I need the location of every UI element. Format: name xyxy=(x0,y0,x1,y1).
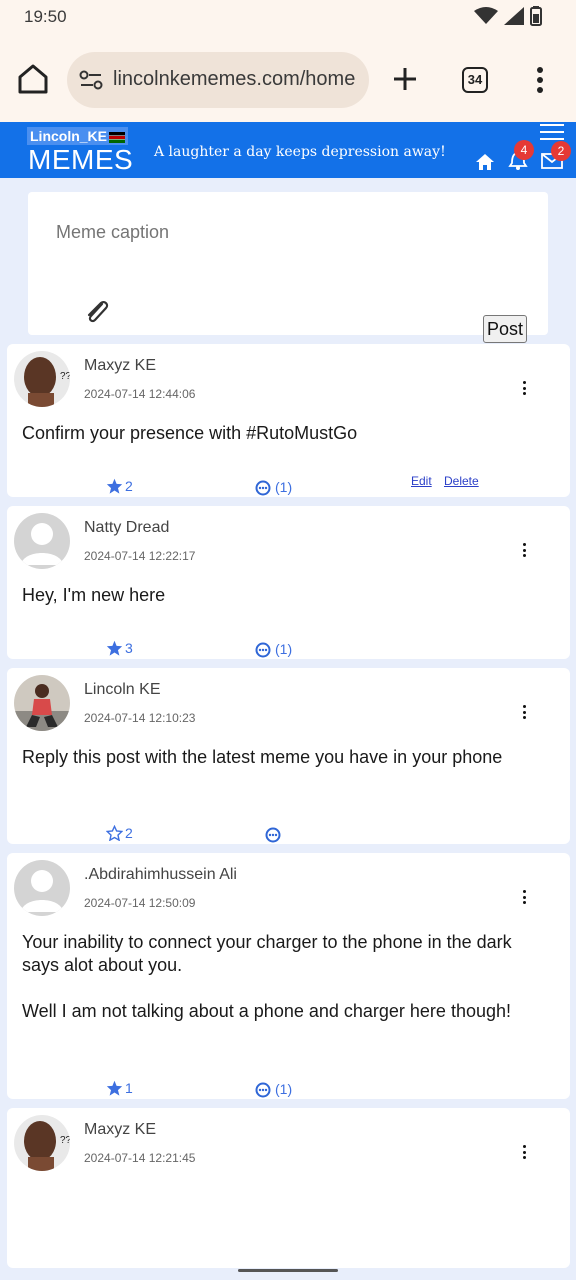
avatar[interactable] xyxy=(14,513,70,569)
avatar[interactable] xyxy=(14,675,70,731)
post-text: Hey, I'm new here xyxy=(22,585,166,605)
signal-icon xyxy=(504,7,524,25)
post-card: ?? Maxyz KE 2024-07-14 12:21:45 xyxy=(7,1108,570,1268)
star-filled-icon[interactable] xyxy=(106,1080,123,1096)
post-author[interactable]: Natty Dread xyxy=(84,519,169,537)
status-icons xyxy=(474,6,542,26)
star-count: 2 xyxy=(125,478,133,494)
post-button[interactable]: Post xyxy=(483,315,527,343)
notification-badge: 4 xyxy=(514,140,534,160)
more-options-icon[interactable] xyxy=(536,67,544,93)
delete-link[interactable]: Delete xyxy=(444,474,479,488)
star-count: 2 xyxy=(125,825,133,841)
post-content: Reply this post with the latest meme you… xyxy=(22,746,542,769)
post-content: Hey, I'm new here xyxy=(22,584,542,607)
post-datetime: 2024-07-14 12:10:23 xyxy=(84,711,196,725)
gesture-nav-bar[interactable] xyxy=(238,1269,338,1272)
tab-switcher-button[interactable]: 34 xyxy=(462,67,488,93)
site-header: Lincoln_KE MEMES A laughter a day keeps … xyxy=(0,122,576,178)
home-icon[interactable] xyxy=(16,64,50,94)
new-tab-icon[interactable] xyxy=(392,66,418,92)
star-count: 1 xyxy=(125,1080,133,1096)
post-card: ?? Maxyz KE 2024-07-14 12:44:06 Confirm … xyxy=(7,344,570,497)
paperclip-icon[interactable] xyxy=(84,298,110,326)
post-author[interactable]: .Abdirahimhussein Ali xyxy=(84,866,237,884)
comment-count: (1) xyxy=(275,641,293,657)
post-content: Confirm your presence with #RutoMustGo xyxy=(22,422,542,445)
post-datetime: 2024-07-14 12:50:09 xyxy=(84,896,196,910)
post-datetime: 2024-07-14 12:44:06 xyxy=(84,387,196,401)
post-text: Well I am not talking about a phone and … xyxy=(22,1001,511,1021)
svg-text:??: ?? xyxy=(60,1135,70,1146)
post-card: Natty Dread 2024-07-14 12:22:17 Hey, I'm… xyxy=(7,506,570,659)
post-content: Your inability to connect your charger t… xyxy=(22,931,542,1023)
address-bar[interactable]: lincolnkememes.com/home xyxy=(67,52,369,108)
post-text: Your inability to connect your charger t… xyxy=(22,932,512,975)
post-options-icon[interactable] xyxy=(523,890,527,907)
site-tagline: A laughter a day keeps depression away! xyxy=(154,144,446,160)
site-logo[interactable]: Lincoln_KE MEMES xyxy=(27,127,134,175)
star-count: 3 xyxy=(125,640,133,656)
post-options-icon[interactable] xyxy=(523,381,527,398)
caption-placeholder: Meme caption xyxy=(56,222,170,242)
comment-count: (1) xyxy=(275,1081,293,1097)
battery-icon xyxy=(530,6,542,26)
home-nav-icon[interactable] xyxy=(475,153,495,171)
post-author[interactable]: Maxyz KE xyxy=(84,1121,156,1139)
logo-top-text: Lincoln_KE xyxy=(30,128,108,144)
avatar[interactable]: ?? xyxy=(14,1115,70,1171)
star-filled-icon[interactable] xyxy=(106,478,123,494)
comment-icon[interactable] xyxy=(255,642,271,658)
post-text: Reply this post with the latest meme you… xyxy=(22,747,503,767)
post-text: Confirm your presence with #RutoMustGo xyxy=(22,423,358,443)
meme-caption-input[interactable]: Meme caption xyxy=(28,192,548,335)
post-author[interactable]: Lincoln KE xyxy=(84,681,161,699)
comment-count: (1) xyxy=(275,479,293,495)
svg-text:??: ?? xyxy=(60,371,70,382)
message-badge: 2 xyxy=(551,141,571,161)
post-author[interactable]: Maxyz KE xyxy=(84,357,156,375)
star-filled-icon[interactable] xyxy=(106,640,123,656)
post-options-icon[interactable] xyxy=(523,543,527,560)
comment-icon[interactable] xyxy=(255,480,271,496)
avatar[interactable] xyxy=(14,860,70,916)
avatar[interactable]: ?? xyxy=(14,351,70,407)
post-datetime: 2024-07-14 12:22:17 xyxy=(84,549,196,563)
post-datetime: 2024-07-14 12:21:45 xyxy=(84,1151,196,1165)
status-bar: 19:50 xyxy=(0,0,576,34)
logo-bottom-text: MEMES xyxy=(28,144,134,175)
status-time: 19:50 xyxy=(24,7,67,26)
comment-icon[interactable] xyxy=(265,827,281,843)
post-options-icon[interactable] xyxy=(523,705,527,722)
post-card: .Abdirahimhussein Ali 2024-07-14 12:50:0… xyxy=(7,853,570,1099)
comment-icon[interactable] xyxy=(255,1082,271,1098)
edit-link[interactable]: Edit xyxy=(411,474,432,488)
star-outline-icon[interactable] xyxy=(106,825,123,841)
post-options-icon[interactable] xyxy=(523,1145,527,1162)
url-text: lincolnkememes.com/home xyxy=(113,68,356,90)
site-settings-icon[interactable] xyxy=(79,70,103,90)
browser-toolbar: lincolnkememes.com/home 34 xyxy=(0,34,576,122)
kenya-flag-icon xyxy=(109,131,126,143)
wifi-icon xyxy=(474,7,498,24)
post-card: Lincoln KE 2024-07-14 12:10:23 Reply thi… xyxy=(7,668,570,844)
